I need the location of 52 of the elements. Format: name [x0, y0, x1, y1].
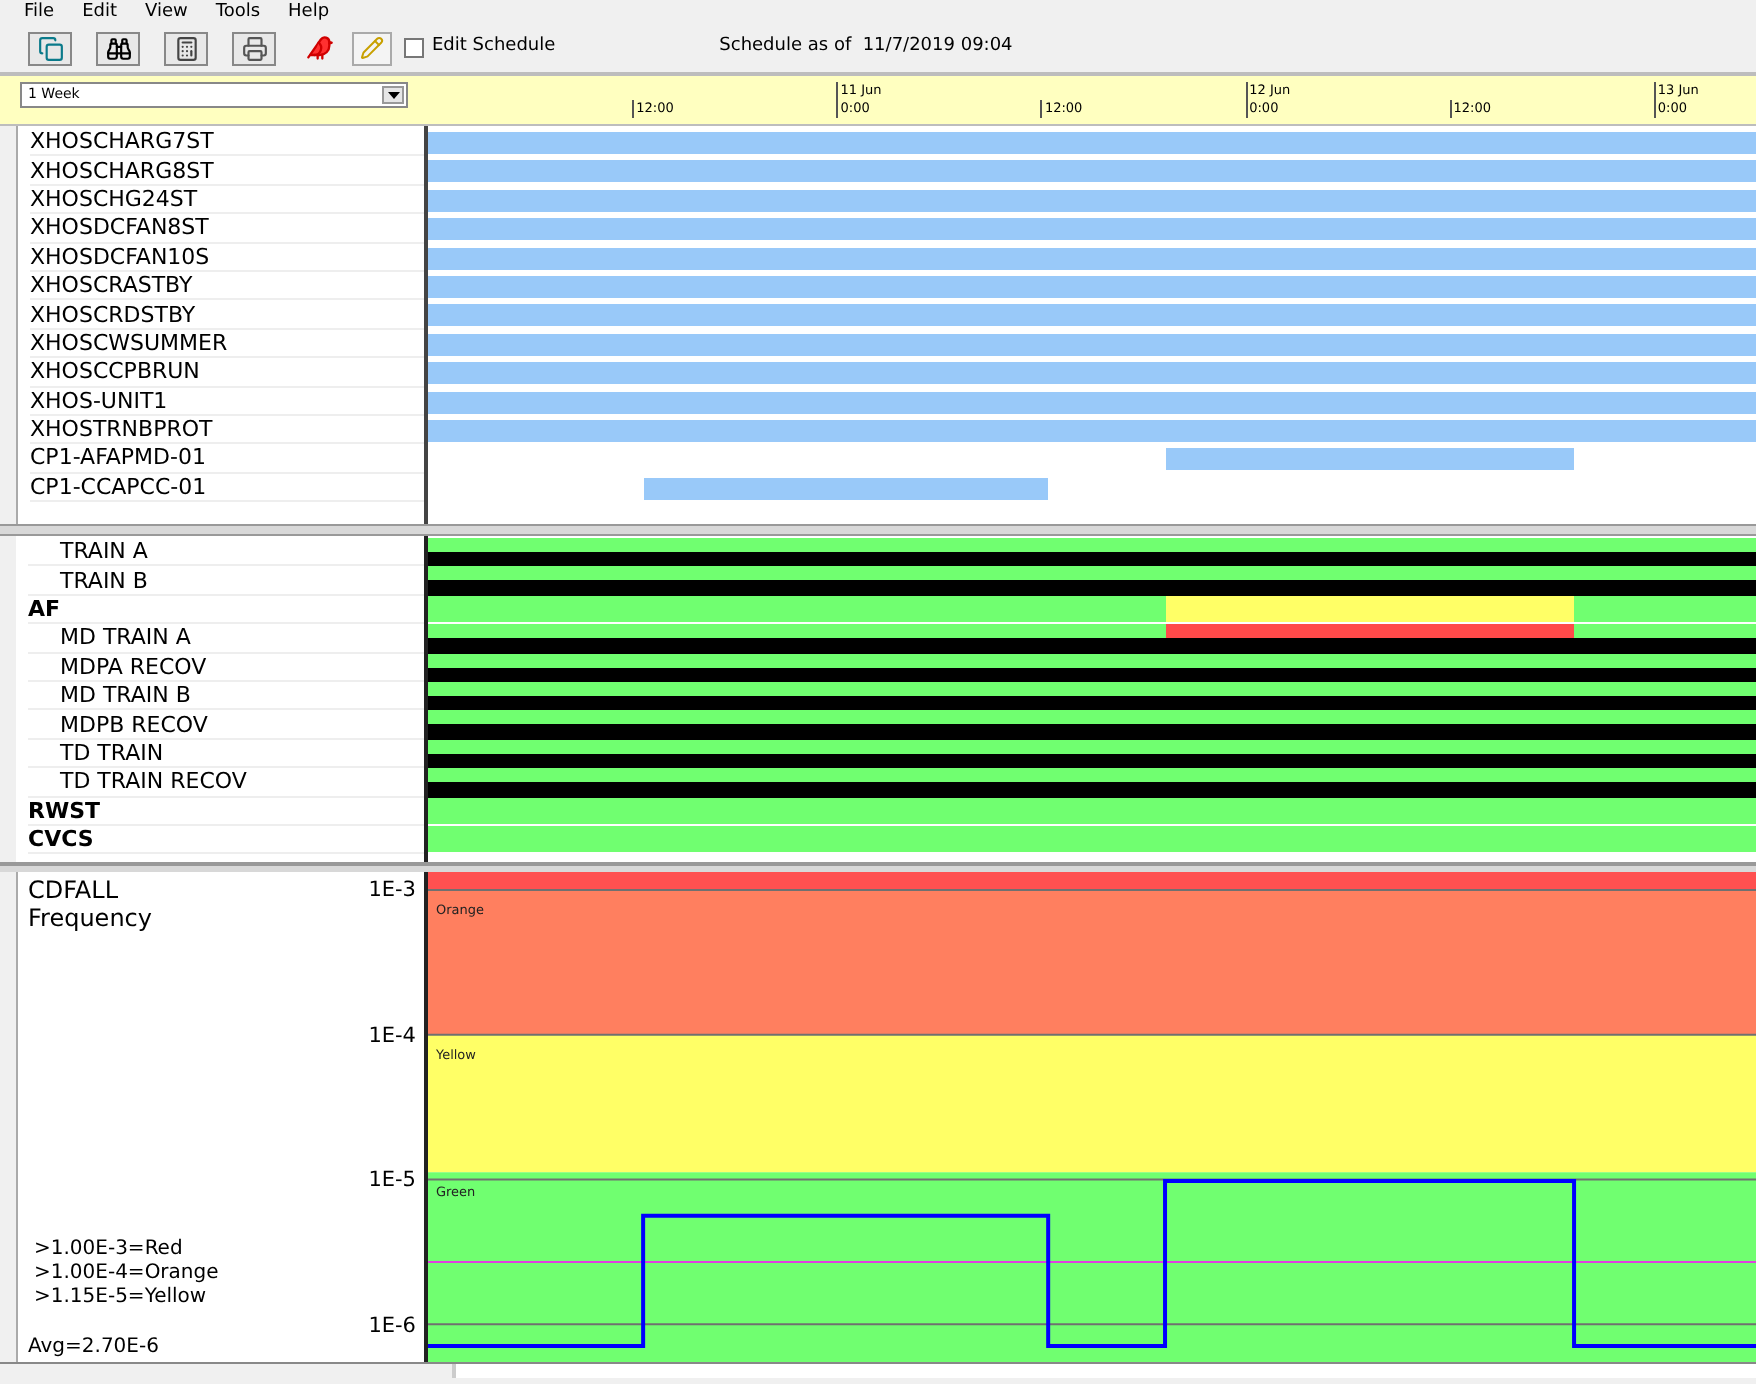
schedule-row-label[interactable]: XHOSCHG24ST: [30, 185, 198, 212]
threshold-legend: >1.00E-3=Red: [34, 1238, 183, 1262]
status-item-label[interactable]: TD TRAIN RECOV: [60, 768, 247, 795]
y-axis-label: 1E-6: [368, 1314, 416, 1339]
status-item-label[interactable]: MD TRAIN B: [60, 682, 191, 709]
calculator-icon: [173, 35, 199, 61]
edit-schedule-checkbox[interactable]: [404, 38, 424, 58]
status-group-label[interactable]: AF: [28, 595, 61, 622]
schedule-row-label[interactable]: XHOSCRASTBY: [30, 272, 193, 299]
schedule-row-label[interactable]: XHOSDCFAN10S: [30, 243, 210, 270]
metric-subtitle: Frequency: [28, 904, 152, 934]
schedule-row-label[interactable]: CP1-CCAPCC-01: [30, 473, 207, 500]
status-group-label[interactable]: CVCS: [28, 826, 94, 853]
schedule-row-label[interactable]: XHOSCRDSTBY: [30, 301, 196, 328]
status-item-label[interactable]: MDPA RECOV: [60, 653, 207, 680]
dropdown-arrow-icon: [382, 86, 404, 104]
schedule-row-label[interactable]: XHOSCCPBRUN: [30, 358, 200, 385]
status-item-label[interactable]: MDPB RECOV: [60, 711, 208, 738]
schedule-row-label[interactable]: XHOSDCFAN8ST: [30, 214, 209, 241]
schedule-row-label[interactable]: XHOS-UNIT1: [30, 387, 168, 414]
bird-icon: [306, 34, 334, 62]
horizontal-scrollbar[interactable]: [452, 1364, 1756, 1378]
printer-icon: [241, 35, 267, 61]
schedule-row-label[interactable]: XHOSCHARG7ST: [30, 128, 214, 155]
menu-item[interactable]: Edit: [82, 0, 117, 28]
menu-item[interactable]: Tools: [215, 0, 261, 28]
status-group-label[interactable]: RWST: [28, 797, 101, 824]
y-axis-label: 1E-5: [368, 1168, 416, 1193]
menu-item[interactable]: View: [145, 0, 188, 28]
calculator-button[interactable]: [164, 31, 208, 65]
printer-button[interactable]: [232, 31, 276, 65]
schedule-caption: Schedule as of 11/7/2019 09:04: [719, 34, 1013, 61]
status-item-label[interactable]: TRAIN A: [60, 538, 148, 565]
y-axis-label: 1E-3: [368, 878, 416, 902]
schedule-row-label[interactable]: XHOSTRNBPROT: [30, 416, 213, 443]
status-item-label[interactable]: TD TRAIN: [60, 739, 164, 766]
edit-schedule-label: Edit Schedule: [432, 34, 556, 61]
schedule-row-label[interactable]: CP1-AFAPMD-01: [30, 444, 206, 471]
threshold-legend: >1.15E-5=Yellow: [34, 1286, 207, 1310]
schedule-row-label[interactable]: XHOSCHARG8ST: [30, 157, 214, 184]
y-axis-label: 1E-4: [368, 1023, 416, 1048]
binoculars-icon: [105, 35, 131, 61]
status-item-label[interactable]: MD TRAIN A: [60, 624, 191, 651]
binoculars-button[interactable]: [96, 31, 140, 65]
pencil-icon: [360, 36, 384, 60]
menu-item[interactable]: File: [24, 0, 55, 28]
schedule-row-label[interactable]: XHOSCWSUMMER: [30, 329, 228, 356]
status-item-label[interactable]: TRAIN B: [60, 567, 148, 594]
threshold-legend: >1.00E-4=Orange: [34, 1262, 219, 1286]
menu-item[interactable]: Help: [288, 0, 330, 28]
metric-title: CDFALL: [28, 876, 118, 904]
average-value: Avg=2.70E-6: [28, 1336, 159, 1360]
